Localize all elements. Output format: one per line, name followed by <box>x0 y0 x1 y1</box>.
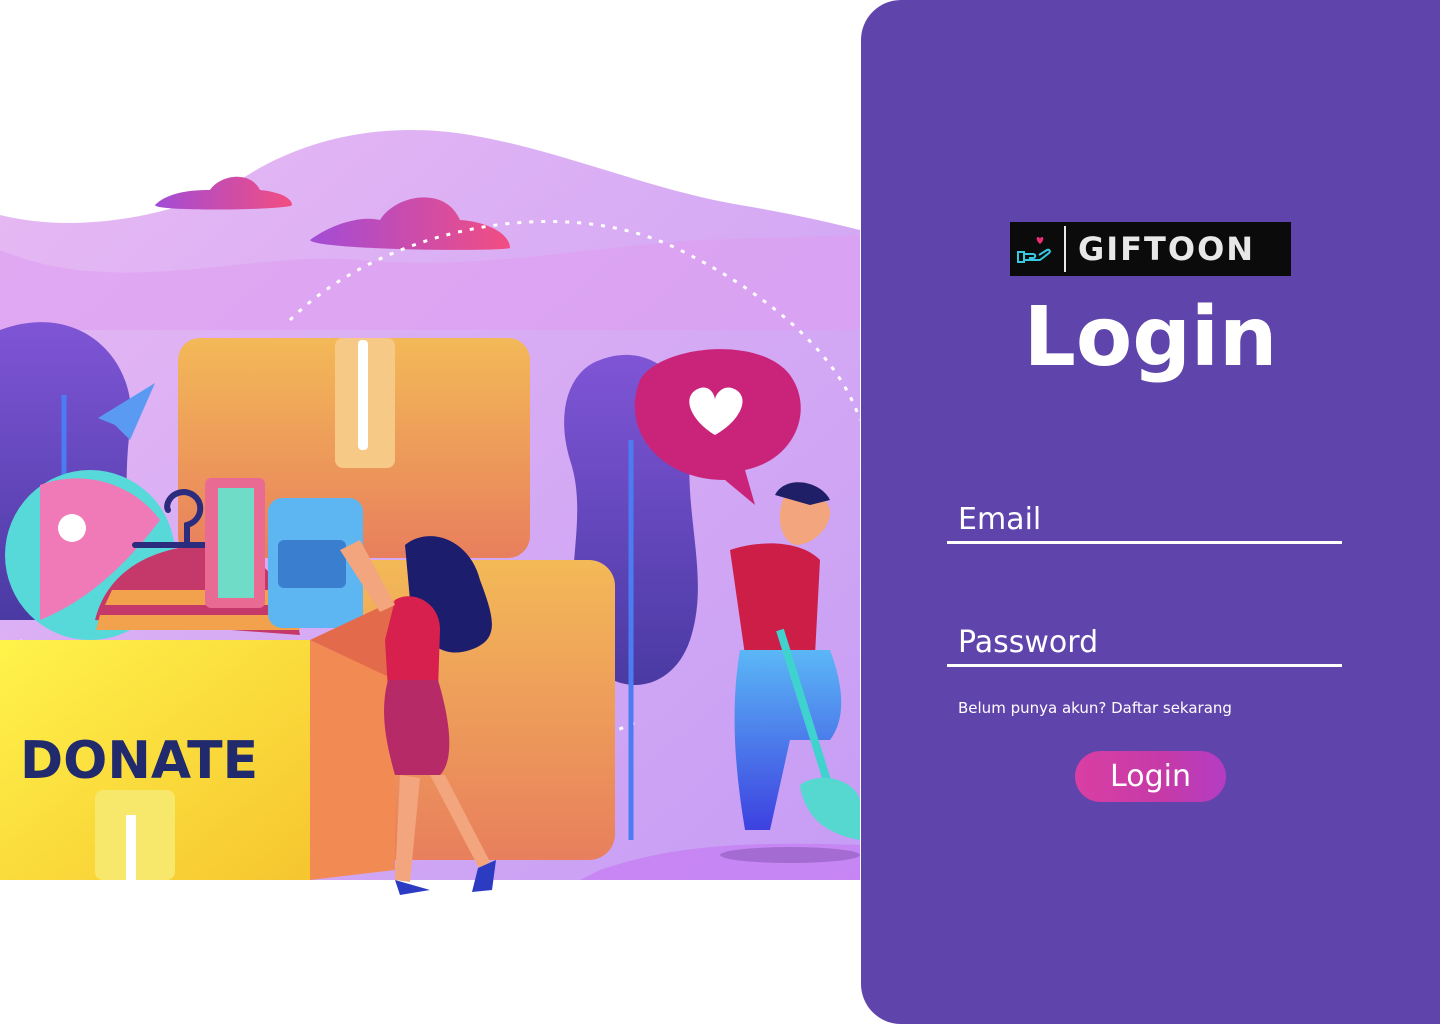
login-button[interactable]: Login <box>1075 751 1226 802</box>
donation-illustration: DONATE <box>0 0 860 1024</box>
password-input[interactable] <box>947 620 1342 664</box>
brand-logo: GIFTOON <box>1010 222 1291 276</box>
hand-heart-icon <box>1010 222 1060 276</box>
email-field <box>947 497 1342 544</box>
brand-name: GIFTOON <box>1078 230 1256 268</box>
logo-divider <box>1064 226 1066 272</box>
email-input[interactable] <box>947 497 1342 541</box>
password-field <box>947 620 1342 667</box>
page-title: Login <box>1023 290 1278 385</box>
donate-box-label: DONATE <box>20 731 258 791</box>
login-panel: GIFTOON Login Belum punya akun? Daftar s… <box>861 0 1440 1024</box>
register-link[interactable]: Belum punya akun? Daftar sekarang <box>958 699 1232 717</box>
